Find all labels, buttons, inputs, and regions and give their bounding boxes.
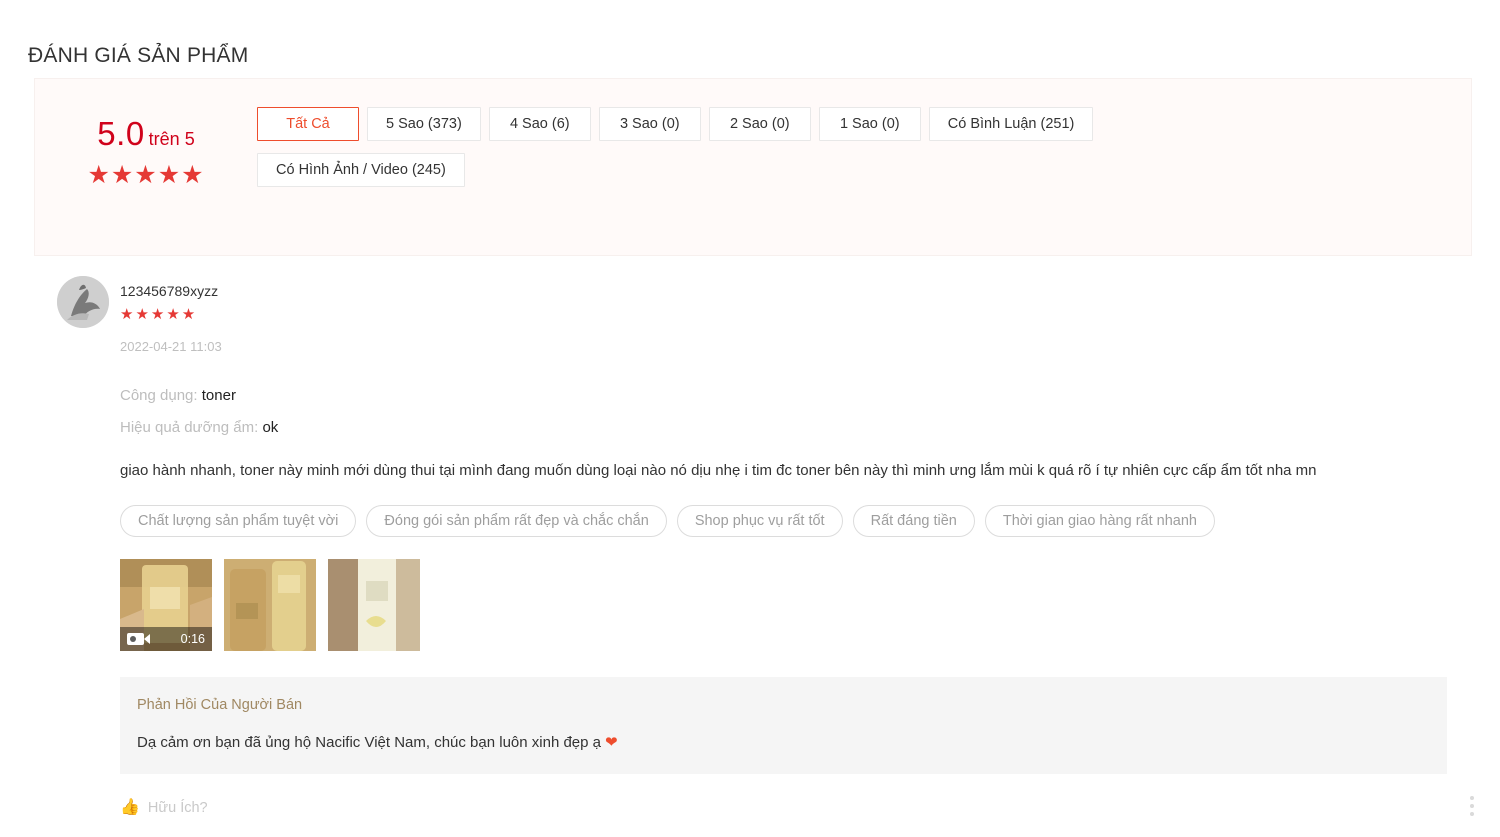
filter-chip-1-star[interactable]: 1 Sao (0) xyxy=(818,107,921,141)
page-title: ĐÁNH GIÁ SẢN PHẨM xyxy=(28,44,249,68)
kebab-dot xyxy=(1470,812,1474,816)
review-tag-shipping[interactable]: Thời gian giao hàng rất nhanh xyxy=(984,505,1215,537)
seller-reply-title: Phản Hồi Của Người Bán xyxy=(137,697,303,713)
average-rating-stars: ★★★★★ xyxy=(87,161,205,189)
review-media-image-thumbnail[interactable] xyxy=(224,559,316,651)
review-list: 123456789xyzz ★★★★★ 2022-04-21 11:03 Côn… xyxy=(0,268,1500,816)
video-duration-bar: 0:16 xyxy=(120,627,212,651)
review-timestamp: 2022-04-21 11:03 xyxy=(120,339,222,354)
filter-row-secondary: Có Hình Ảnh / Video (245) xyxy=(257,153,1471,187)
kebab-dot xyxy=(1470,796,1474,800)
review-tag-list: Chất lượng sản phẩm tuyệt vời Đóng gói s… xyxy=(120,505,1472,537)
review-more-options-icon[interactable] xyxy=(1462,796,1482,816)
filter-row-primary: Tất Cả 5 Sao (373) 4 Sao (6) 3 Sao (0) 2… xyxy=(257,107,1471,141)
attribute-value-moisturizing: ok xyxy=(262,419,279,436)
review-footer: 👍 Hữu Ích? xyxy=(120,800,1472,817)
average-rating-line: 5.0 trên 5 xyxy=(97,115,194,153)
kebab-dot xyxy=(1470,804,1474,808)
useful-label[interactable]: Hữu Ích? xyxy=(148,800,208,816)
average-rating-block: 5.0 trên 5 ★★★★★ xyxy=(35,79,257,188)
filter-chip-with-media[interactable]: Có Hình Ảnh / Video (245) xyxy=(257,153,465,187)
filter-chip-4-star[interactable]: 4 Sao (6) xyxy=(488,107,591,141)
thumbs-up-icon[interactable]: 👍 xyxy=(120,800,140,816)
review-media-list: 0:16 xyxy=(120,559,1472,651)
reviewer-username: 123456789xyzz xyxy=(120,283,219,299)
review-media-image-thumbnail[interactable] xyxy=(328,559,420,651)
review-media-video-thumbnail[interactable]: 0:16 xyxy=(120,559,212,651)
review-attribute-row: Hiệu quả dưỡng ẩm: ok xyxy=(120,412,1472,444)
attribute-value-usage: toner xyxy=(201,387,236,404)
review-text: giao hành nhanh, toner này minh mới dùng… xyxy=(120,462,1317,479)
attribute-label-usage: Công dụng: xyxy=(120,387,198,404)
video-duration-label: 0:16 xyxy=(180,631,205,646)
average-rating-value: 5.0 xyxy=(97,115,145,152)
review-item: 123456789xyzz ★★★★★ 2022-04-21 11:03 Côn… xyxy=(0,268,1500,816)
review-attribute-row: Công dụng: toner xyxy=(120,380,1472,412)
filter-chip-3-star[interactable]: 3 Sao (0) xyxy=(598,107,701,141)
rating-summary-panel: 5.0 trên 5 ★★★★★ Tất Cả 5 Sao (373) 4 Sao… xyxy=(34,78,1472,256)
review-tag-value[interactable]: Rất đáng tiền xyxy=(852,505,975,537)
review-tag-packaging[interactable]: Đóng gói sản phẩm rất đẹp và chắc chắn xyxy=(366,505,667,537)
heart-icon: ❤ xyxy=(605,734,618,751)
product-reviews-page: ĐÁNH GIÁ SẢN PHẨM 5.0 trên 5 ★★★★★ Tất Cả… xyxy=(0,0,1500,837)
filter-chip-all[interactable]: Tất Cả xyxy=(257,107,359,141)
filter-chip-with-comment[interactable]: Có Bình Luận (251) xyxy=(928,107,1094,141)
seller-reply-box: Phản Hồi Của Người Bán Dạ cảm ơn bạn đã … xyxy=(120,677,1447,774)
average-rating-suffix: trên 5 xyxy=(148,129,195,149)
review-attributes: Công dụng: toner Hiệu quả dưỡng ẩm: ok xyxy=(120,380,1472,444)
filter-chip-5-star[interactable]: 5 Sao (373) xyxy=(367,107,481,141)
review-tag-quality[interactable]: Chất lượng sản phẩm tuyệt vời xyxy=(120,505,357,537)
filter-chip-2-star[interactable]: 2 Sao (0) xyxy=(708,107,811,141)
seller-reply-text: Dạ cảm ơn bạn đã ủng hộ Nacific Việt Nam… xyxy=(137,732,1427,754)
review-filters: Tất Cả 5 Sao (373) 4 Sao (6) 3 Sao (0) 2… xyxy=(257,79,1471,187)
review-tag-service[interactable]: Shop phục vụ rất tốt xyxy=(676,505,843,537)
video-camera-icon xyxy=(127,633,150,645)
attribute-label-moisturizing: Hiệu quả dưỡng ẩm: xyxy=(120,419,259,436)
avatar[interactable] xyxy=(57,276,109,328)
review-stars: ★★★★★ xyxy=(120,306,198,323)
review-body: 123456789xyzz ★★★★★ 2022-04-21 11:03 Côn… xyxy=(120,268,1472,816)
seller-reply-message: Dạ cảm ơn bạn đã ủng hộ Nacific Việt Nam… xyxy=(137,734,602,751)
